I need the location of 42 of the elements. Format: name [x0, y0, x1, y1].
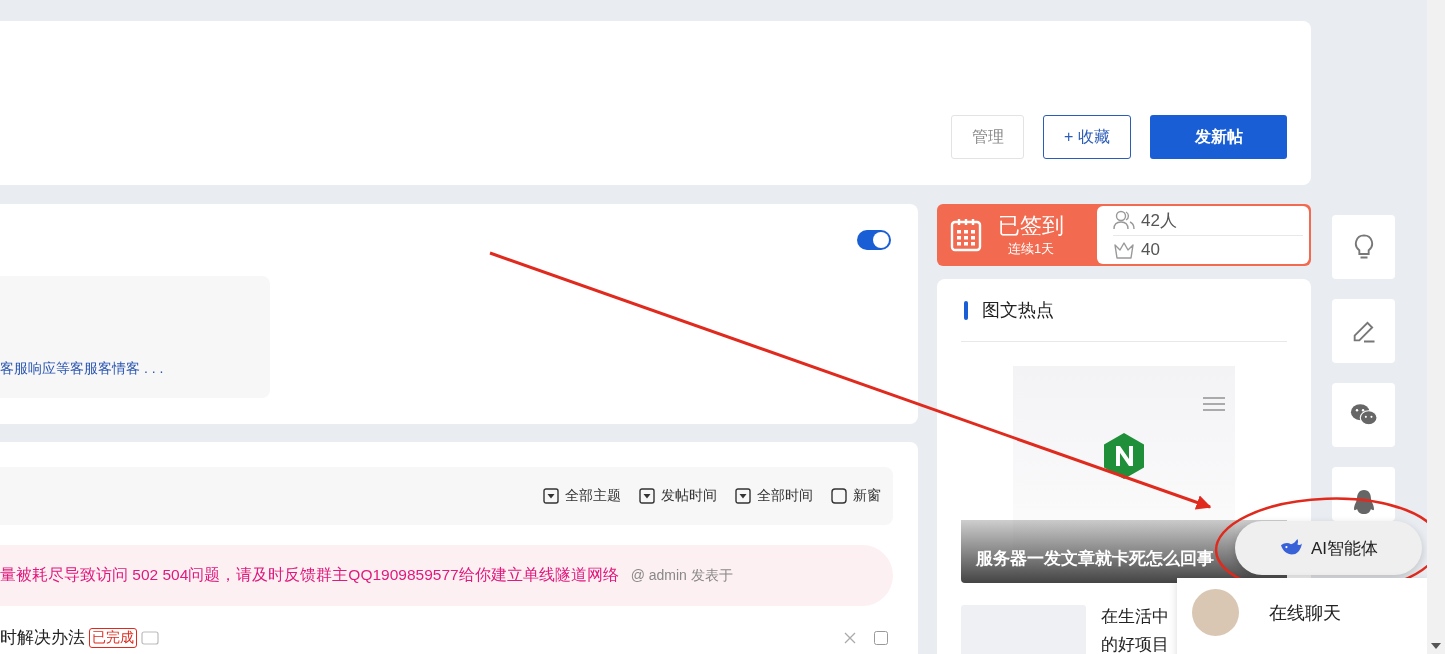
dropdown-icon [543, 488, 559, 504]
online-chat-link[interactable]: 在线聊天 [1269, 601, 1341, 625]
avatar [1192, 589, 1239, 636]
article-title-line[interactable]: 在生活中 [1101, 605, 1169, 629]
article-title[interactable]: 服务器一发文章就卡死怎么回事 [976, 547, 1214, 570]
filter-dropdown[interactable]: 发帖时间 [639, 487, 717, 505]
hexagon-logo-icon [1102, 432, 1146, 480]
manage-button[interactable]: 管理 [951, 115, 1024, 159]
thread-title[interactable]: 时解决办法 [0, 626, 85, 649]
dropdown-icon [639, 488, 655, 504]
article-title-line[interactable]: 的好项目 [1101, 633, 1169, 654]
announcement-text[interactable]: 量被耗尽导致访问 502 504问题，请及时反馈群主QQ1909859577给你建立单线隧道网络 [0, 565, 619, 586]
tip-button[interactable] [1332, 215, 1395, 279]
filter-dropdown[interactable]: 全部时间 [735, 487, 813, 505]
checkbox-icon [831, 488, 847, 504]
member-count: 42人 [1141, 209, 1177, 232]
scroll-down-icon[interactable] [1431, 643, 1441, 649]
filter-dropdown[interactable]: 全部主题 [543, 487, 621, 505]
close-icon[interactable] [844, 631, 856, 644]
edit-button[interactable] [1332, 299, 1395, 363]
ai-agent-button[interactable]: AI智能体 [1235, 521, 1422, 575]
points-count: 40 [1141, 239, 1160, 260]
author-byline: @ admin 发表于 [630, 566, 733, 585]
signin-status: 已签到 [998, 212, 1064, 240]
title-accent-bar [964, 300, 968, 320]
image-icon [141, 630, 159, 645]
qq-button[interactable] [1332, 467, 1395, 521]
status-tag: 已完成 [89, 627, 137, 648]
streak-text: 连续1天 [1007, 240, 1055, 258]
scrollbar[interactable] [1427, 0, 1445, 654]
new-post-button[interactable]: 发新帖 [1150, 115, 1287, 159]
description-text: 客服响应等客服客情客 . . . [0, 360, 164, 378]
menu-icon [1203, 396, 1225, 412]
favorite-button[interactable]: + 收藏 [1043, 115, 1131, 159]
toggle-switch[interactable] [857, 230, 891, 250]
wechat-button[interactable] [1332, 383, 1395, 447]
users-icon [1113, 210, 1135, 231]
calendar-icon [950, 218, 982, 252]
row-checkbox[interactable] [874, 630, 888, 645]
section-title: 图文热点 [982, 299, 1054, 322]
new-window-checkbox[interactable]: 新窗 [831, 487, 881, 505]
dropdown-icon [735, 488, 751, 504]
